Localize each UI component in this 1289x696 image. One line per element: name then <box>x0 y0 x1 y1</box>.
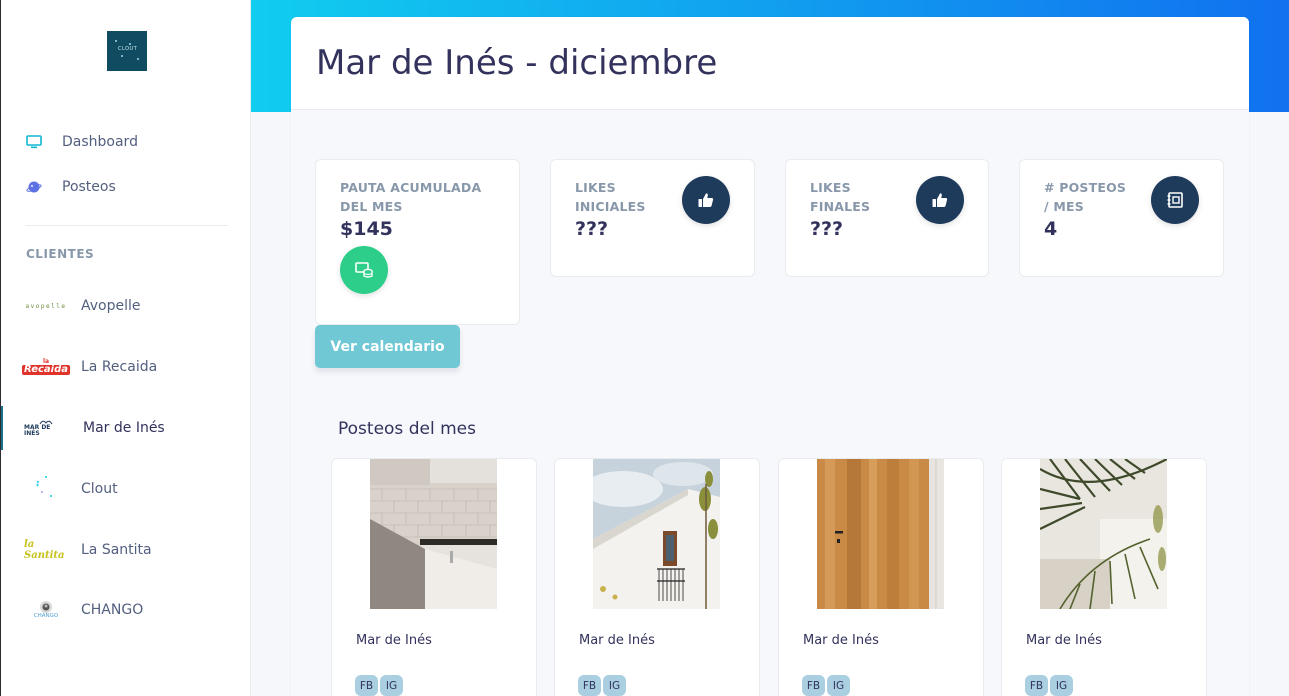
nav-dashboard-label: Dashboard <box>62 134 138 150</box>
tag-ig[interactable]: IG <box>1050 675 1073 696</box>
la-recaida-logo: la Recaida <box>22 358 70 375</box>
post-card[interactable]: Mar de Inés FB IG <box>554 458 760 696</box>
client-chango[interactable]: CHANGO CHANGO <box>1 588 251 632</box>
stat-posteos-title: # Posteos / mes <box>1044 180 1127 214</box>
clout-client-logo <box>24 474 68 504</box>
sidebar-divider <box>25 225 228 226</box>
post-card[interactable]: Mar de Inés FB IG <box>1001 458 1207 696</box>
tag-fb[interactable]: FB <box>578 675 601 696</box>
tag-ig[interactable]: IG <box>380 675 403 696</box>
clients-heading: CLIENTES <box>26 247 95 261</box>
mar-de-ines-logo: MAR DE INÉS <box>24 413 68 443</box>
planet-icon <box>25 178 43 196</box>
post-image[interactable] <box>593 459 720 609</box>
stat-posteos: # Posteos / mes 4 <box>1019 159 1224 277</box>
la-santita-logo: la Santita <box>24 539 65 561</box>
stat-pauta-title: Pauta acumulada del mes <box>340 180 482 214</box>
money-stack-icon <box>340 246 388 294</box>
main-card: Mar de Inés - diciembre Pauta acumulada … <box>291 17 1249 696</box>
client-clout-label: Clout <box>81 481 118 497</box>
client-la-recaida[interactable]: la Recaida La Recaida <box>1 345 251 389</box>
post-card[interactable]: Mar de Inés FB IG <box>331 458 537 696</box>
client-la-recaida-label: La Recaida <box>81 359 158 375</box>
client-avopelle[interactable]: avopelle Avopelle <box>1 284 251 328</box>
post-tags: FB IG <box>355 675 403 696</box>
post-card[interactable]: Mar de Inés FB IG <box>778 458 984 696</box>
stat-likes-finales: Likes finales ??? <box>785 159 989 277</box>
post-image[interactable] <box>370 459 497 609</box>
tag-ig[interactable]: IG <box>603 675 626 696</box>
post-name: Mar de Inés <box>1026 633 1102 648</box>
stat-posteos-value: 4 <box>1044 218 1058 240</box>
client-la-santita-label: La Santita <box>81 542 152 558</box>
post-name: Mar de Inés <box>356 633 432 648</box>
stat-likes-iniciales-title: Likes iniciales <box>575 180 646 214</box>
nav-posteos[interactable]: Posteos <box>25 176 116 198</box>
post-name: Mar de Inés <box>803 633 879 648</box>
client-chango-label: CHANGO <box>81 602 144 618</box>
stat-likes-finales-title: Likes finales <box>810 180 871 214</box>
post-image[interactable] <box>817 459 944 609</box>
post-tags: FB IG <box>578 675 626 696</box>
tag-fb[interactable]: FB <box>1025 675 1048 696</box>
sidebar: CLOUT Dashboard Posteos CLIENTES avopell… <box>0 0 251 696</box>
chango-logo: CHANGO <box>24 595 68 625</box>
tag-ig[interactable]: IG <box>827 675 850 696</box>
stat-pauta: Pauta acumulada del mes $145 <box>315 159 520 325</box>
monitor-icon <box>25 133 43 151</box>
nav-posteos-label: Posteos <box>62 179 116 195</box>
tag-fb[interactable]: FB <box>802 675 825 696</box>
post-name: Mar de Inés <box>579 633 655 648</box>
stat-likes-iniciales: Likes iniciales ??? <box>550 159 755 277</box>
main-header: Mar de Inés - diciembre <box>291 17 1249 110</box>
stat-pauta-value: $145 <box>340 218 393 240</box>
stat-likes-finales-value: ??? <box>810 218 844 240</box>
tag-fb[interactable]: FB <box>355 675 378 696</box>
thumbs-up-icon <box>916 176 964 224</box>
nav-dashboard[interactable]: Dashboard <box>25 131 138 153</box>
posts-section-title: Posteos del mes <box>338 419 476 439</box>
notebook-icon <box>1151 176 1199 224</box>
client-clout[interactable]: Clout <box>1 467 251 511</box>
page-title: Mar de Inés - diciembre <box>316 43 718 83</box>
client-avopelle-label: Avopelle <box>81 298 141 314</box>
post-image[interactable] <box>1040 459 1167 609</box>
client-mar-de-ines[interactable]: MAR DE INÉS Mar de Inés <box>1 406 251 450</box>
ver-calendario-button[interactable]: Ver calendario <box>315 325 460 368</box>
thumbs-up-icon <box>682 176 730 224</box>
post-tags: FB IG <box>1025 675 1073 696</box>
stat-likes-iniciales-value: ??? <box>575 218 609 240</box>
clout-logo[interactable]: CLOUT <box>107 31 147 71</box>
post-tags: FB IG <box>802 675 850 696</box>
avopelle-logo: avopelle <box>25 302 67 310</box>
client-mar-de-ines-label: Mar de Inés <box>83 420 165 436</box>
client-la-santita[interactable]: la Santita La Santita <box>1 528 251 572</box>
